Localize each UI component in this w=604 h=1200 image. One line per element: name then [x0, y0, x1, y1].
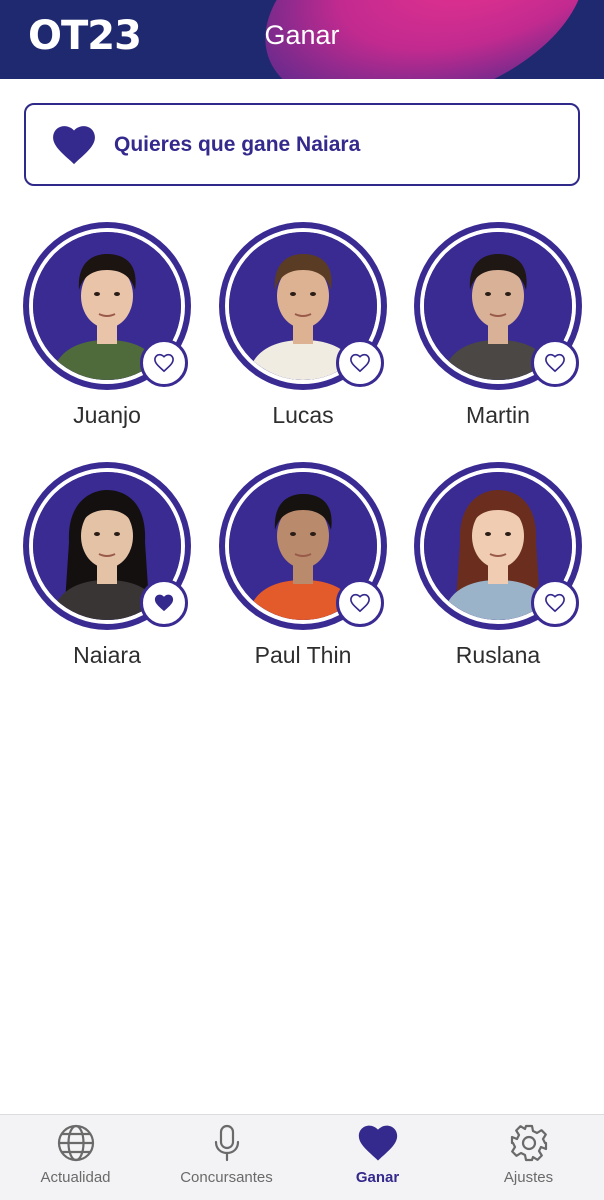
heart-outline-icon	[545, 353, 565, 373]
nav-label-ajustes: Ajustes	[503, 1169, 554, 1186]
bottom-navigation: Actualidad Concursantes Ganar Ajustes	[0, 1114, 604, 1200]
contestant-card-ruslana[interactable]: Ruslana	[414, 462, 584, 672]
gear-icon	[510, 1124, 547, 1162]
like-button-juanjo[interactable]	[140, 339, 188, 387]
heart-icon	[358, 1125, 397, 1161]
globe-icon	[57, 1124, 94, 1162]
heart-outline-icon	[350, 353, 370, 373]
nav-label-ganar: Ganar	[355, 1169, 400, 1186]
page-title: Ganar	[264, 20, 340, 50]
nav-item-concursantes[interactable]: Concursantes	[151, 1115, 302, 1200]
microphone-icon	[214, 1124, 239, 1162]
contestant-card-lucas[interactable]: Lucas	[219, 222, 389, 432]
contestant-name: Paul Thin	[254, 642, 352, 668]
contestant-card-martin[interactable]: Martin	[414, 222, 584, 432]
like-button-lucas[interactable]	[336, 339, 384, 387]
like-button-naiara[interactable]	[140, 579, 188, 627]
nav-item-ganar[interactable]: Ganar	[302, 1115, 453, 1200]
contestant-name: Juanjo	[73, 402, 141, 428]
nav-label-actualidad: Actualidad	[40, 1169, 111, 1186]
nav-item-actualidad[interactable]: Actualidad	[0, 1115, 151, 1200]
contestant-card-juanjo[interactable]: Juanjo	[23, 222, 193, 432]
contestant-name: Lucas	[272, 402, 334, 428]
contestant-card-naiara[interactable]: Naiara	[23, 462, 193, 672]
contestant-name: Martin	[466, 402, 530, 428]
heart-filled-icon	[154, 594, 174, 612]
contestant-card-paul-thin[interactable]: Paul Thin	[219, 462, 389, 672]
like-button-paul-thin[interactable]	[336, 579, 384, 627]
like-button-ruslana[interactable]	[531, 579, 579, 627]
heart-outline-icon	[545, 593, 565, 613]
heart-filled-icon	[53, 125, 95, 164]
heart-outline-icon	[350, 593, 370, 613]
nav-item-ajustes[interactable]: Ajustes	[453, 1115, 604, 1200]
heart-outline-icon	[154, 353, 174, 373]
favorite-text: Quieres que gane Naiara	[114, 132, 361, 156]
nav-label-concursantes: Concursantes	[180, 1169, 273, 1186]
favorite-banner: Quieres que gane Naiara	[24, 103, 580, 186]
like-button-martin[interactable]	[531, 339, 579, 387]
app-header: OT23 Ganar	[0, 0, 604, 79]
contestant-name: Ruslana	[455, 642, 541, 668]
contestant-name: Naiara	[73, 642, 141, 668]
